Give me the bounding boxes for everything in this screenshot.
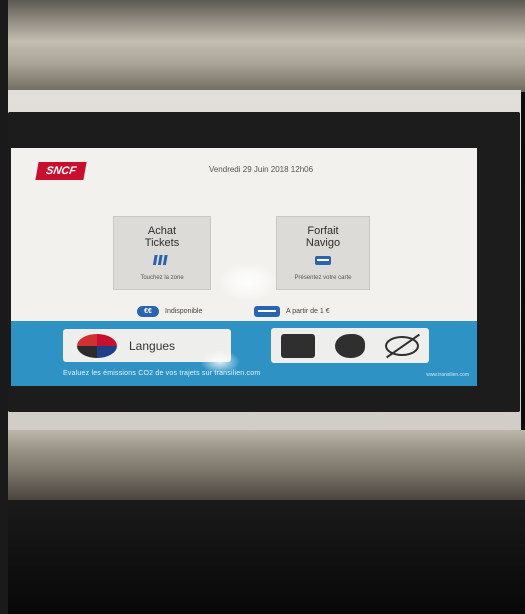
achat-tickets-title-line1: Achat <box>147 225 177 237</box>
kiosk-housing-bottom <box>8 430 525 500</box>
photo-edge <box>0 0 8 614</box>
coins-icon: €€ <box>137 306 159 317</box>
coins-status-label: Indisponible <box>165 308 203 315</box>
forfait-navigo-button[interactable]: Forfait Navigo Présentez votre carte <box>276 216 370 290</box>
screen-glare-small <box>200 350 240 374</box>
flags-icon <box>77 333 117 358</box>
card-status-label: A partir de 1 € <box>286 308 330 315</box>
bottom-toolbar: Langues Evaluez les émissions CO2 de vos… <box>11 321 477 386</box>
cognitive-disability-icon[interactable] <box>335 333 365 358</box>
forfait-navigo-subtitle: Présentez votre carte <box>294 275 352 281</box>
date-time: Vendredi 29 Juin 2018 12h06 <box>208 165 314 174</box>
card-payment-status: A partir de 1 € <box>254 306 330 317</box>
forfait-navigo-title-line2: Navigo <box>305 237 341 249</box>
achat-tickets-button[interactable]: Achat Tickets Touchez la zone <box>113 216 211 290</box>
achat-tickets-title-line2: Tickets <box>144 237 180 249</box>
coins-payment-status: €€ Indisponible <box>137 306 202 317</box>
kiosk-housing-top <box>8 0 525 92</box>
achat-tickets-subtitle: Touchez la zone <box>140 275 184 281</box>
accessibility-buttons[interactable] <box>271 328 429 363</box>
forfait-navigo-title-line1: Forfait <box>307 225 339 237</box>
sncf-logo: SNCF <box>35 162 87 180</box>
kiosk-base <box>8 500 525 614</box>
footer-url: www.transilien.com <box>426 372 469 378</box>
hearing-impaired-icon[interactable] <box>281 333 315 358</box>
screen-glare <box>218 262 278 302</box>
langues-label: Langues <box>129 338 176 353</box>
bank-card-icon <box>254 306 280 317</box>
visually-impaired-icon[interactable] <box>385 335 419 356</box>
pass-card-icon <box>315 256 331 265</box>
ticket-icon <box>152 255 168 265</box>
